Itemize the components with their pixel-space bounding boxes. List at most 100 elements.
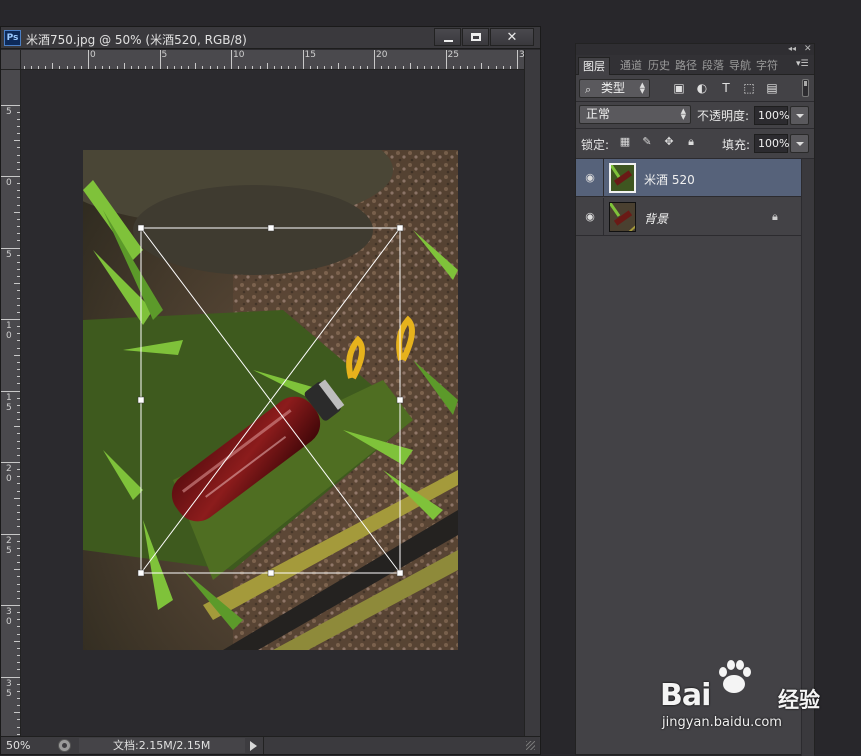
- ruler-top[interactable]: 051015202530: [21, 50, 524, 70]
- watermark-brand: Bai: [660, 678, 711, 713]
- tab-channels[interactable]: 通道: [620, 57, 642, 75]
- fill-dropdown-button[interactable]: [790, 134, 809, 153]
- lock-icon[interactable]: 🔒︎: [772, 210, 778, 224]
- visibility-cell[interactable]: ◉: [576, 198, 604, 236]
- type-filter-icon[interactable]: T: [719, 82, 733, 95]
- ruler-left-number: 20: [6, 464, 12, 484]
- tab-paragraph[interactable]: 段落: [702, 57, 724, 75]
- ruler-tick: [17, 626, 20, 628]
- close-button[interactable]: ✕: [490, 28, 534, 46]
- ruler-tick: [95, 66, 97, 69]
- visibility-cell[interactable]: ◉: [576, 159, 604, 197]
- fill-input[interactable]: 100%: [754, 134, 789, 153]
- ruler-tick: [345, 66, 347, 69]
- panel-close-icon[interactable]: ✕: [804, 44, 812, 54]
- eye-icon[interactable]: ◉: [583, 210, 597, 224]
- smart-object-filter-icon[interactable]: ▤: [765, 82, 779, 95]
- ruler-tick: [52, 63, 54, 69]
- eye-icon[interactable]: ◉: [583, 171, 597, 185]
- adjustment-filter-icon[interactable]: ◐: [695, 82, 709, 95]
- ruler-left-number: 30: [6, 607, 12, 627]
- lock-all-icon[interactable]: 🔒︎: [684, 135, 698, 149]
- ruler-tick: [17, 397, 20, 399]
- layer-thumbnail-image: [610, 203, 635, 231]
- shape-filter-icon[interactable]: ⬚: [742, 82, 756, 95]
- ruler-tick: [14, 640, 20, 642]
- pixel-filter-icon[interactable]: ▣: [672, 82, 686, 95]
- ruler-tick: [17, 662, 20, 664]
- ruler-tick: [17, 483, 20, 485]
- ruler-tick: [138, 66, 140, 69]
- filter-kind-select[interactable]: ⌕ 类型 ▲ ▼: [579, 79, 650, 98]
- ruler-tick: [17, 233, 20, 235]
- lock-move-icon[interactable]: ✥: [662, 135, 676, 149]
- blend-mode-label: 正常: [586, 107, 611, 121]
- ruler-tick: [17, 183, 20, 185]
- opacity-input[interactable]: 100%: [754, 106, 789, 125]
- filter-toggle[interactable]: [802, 79, 809, 97]
- ruler-tick: [102, 66, 104, 69]
- ruler-left[interactable]: 5 0 5 10 15 20 25 30 35: [1, 70, 21, 737]
- horizontal-scrollbar[interactable]: [263, 737, 539, 754]
- layer-thumbnail[interactable]: [609, 163, 636, 193]
- ruler-tick: [17, 619, 20, 621]
- panel-header-strip: ◂◂ ✕: [576, 44, 814, 55]
- lock-transparent-icon[interactable]: ▦: [618, 135, 632, 149]
- maximize-button[interactable]: [462, 28, 489, 46]
- ruler-tick: [17, 562, 20, 564]
- resize-grip-icon[interactable]: [526, 741, 535, 750]
- lock-brush-icon[interactable]: ✎: [640, 135, 654, 149]
- minimize-button[interactable]: [434, 28, 461, 46]
- ruler-tick: [366, 66, 368, 69]
- document-title: 米酒750.jpg @ 50% (米酒520, RGB/8): [26, 33, 247, 47]
- ruler-tick: [409, 63, 411, 69]
- watermark-url: jingyan.baidu.com: [662, 715, 782, 730]
- zoom-field[interactable]: 50%: [4, 738, 52, 753]
- ruler-tick: [17, 469, 20, 471]
- photoshop-icon: Ps: [4, 30, 21, 46]
- ruler-tick: [59, 66, 61, 69]
- ruler-tick: [17, 347, 20, 349]
- ruler-tick: [495, 66, 497, 69]
- ruler-tick: [1, 390, 20, 392]
- tab-navigator[interactable]: 导航: [729, 57, 751, 75]
- ruler-tick: [374, 50, 375, 69]
- layer-name[interactable]: 背景: [644, 210, 668, 227]
- collapse-panel-icon[interactable]: ◂◂: [788, 44, 796, 54]
- tab-history[interactable]: 历史: [648, 57, 670, 75]
- filter-kind-label: 类型: [601, 81, 626, 95]
- doc-size-info: 文档:2.15M/2.15M: [79, 738, 245, 753]
- watermark-brand-suffix: 经验: [778, 688, 820, 712]
- ruler-tick: [259, 66, 261, 69]
- ruler-top-number: 0: [90, 50, 96, 60]
- blend-mode-select[interactable]: 正常 ▲ ▼: [579, 105, 691, 124]
- panel-menu-icon[interactable]: ▾☰: [796, 59, 809, 69]
- ruler-tick: [37, 66, 39, 69]
- ruler-tick: [45, 66, 47, 69]
- ruler-tick: [517, 50, 518, 69]
- ruler-corner[interactable]: [1, 50, 21, 70]
- document-titlebar[interactable]: Ps 米酒750.jpg @ 50% (米酒520, RGB/8) ✕: [1, 27, 540, 49]
- tab-paths[interactable]: 路径: [675, 57, 697, 75]
- ruler-tick: [266, 63, 268, 69]
- tab-layers[interactable]: 图层: [578, 57, 610, 75]
- ruler-tick: [17, 240, 20, 242]
- layer-row-background[interactable]: ◉ 背景 🔒︎: [576, 198, 801, 236]
- status-menu-arrow-icon[interactable]: [250, 741, 257, 751]
- layer-name[interactable]: 米酒 520: [644, 171, 695, 188]
- ruler-left-number: 10: [6, 321, 12, 341]
- ruler-tick: [152, 66, 154, 69]
- ruler-tick: [17, 433, 20, 435]
- ruler-tick: [295, 66, 297, 69]
- vertical-scrollbar[interactable]: [524, 50, 540, 736]
- layer-thumbnail[interactable]: [609, 202, 636, 232]
- ruler-tick: [509, 66, 511, 69]
- ruler-tick: [17, 290, 20, 292]
- canvas-image[interactable]: [83, 150, 458, 650]
- status-info-icon[interactable]: [58, 739, 71, 752]
- opacity-dropdown-button[interactable]: [790, 106, 809, 125]
- ruler-tick: [17, 254, 20, 256]
- tab-character[interactable]: 字符: [756, 57, 778, 75]
- layer-row-rice-wine[interactable]: ◉ 米酒 520: [576, 159, 801, 197]
- status-bar: 50% 文档:2.15M/2.15M: [1, 736, 540, 754]
